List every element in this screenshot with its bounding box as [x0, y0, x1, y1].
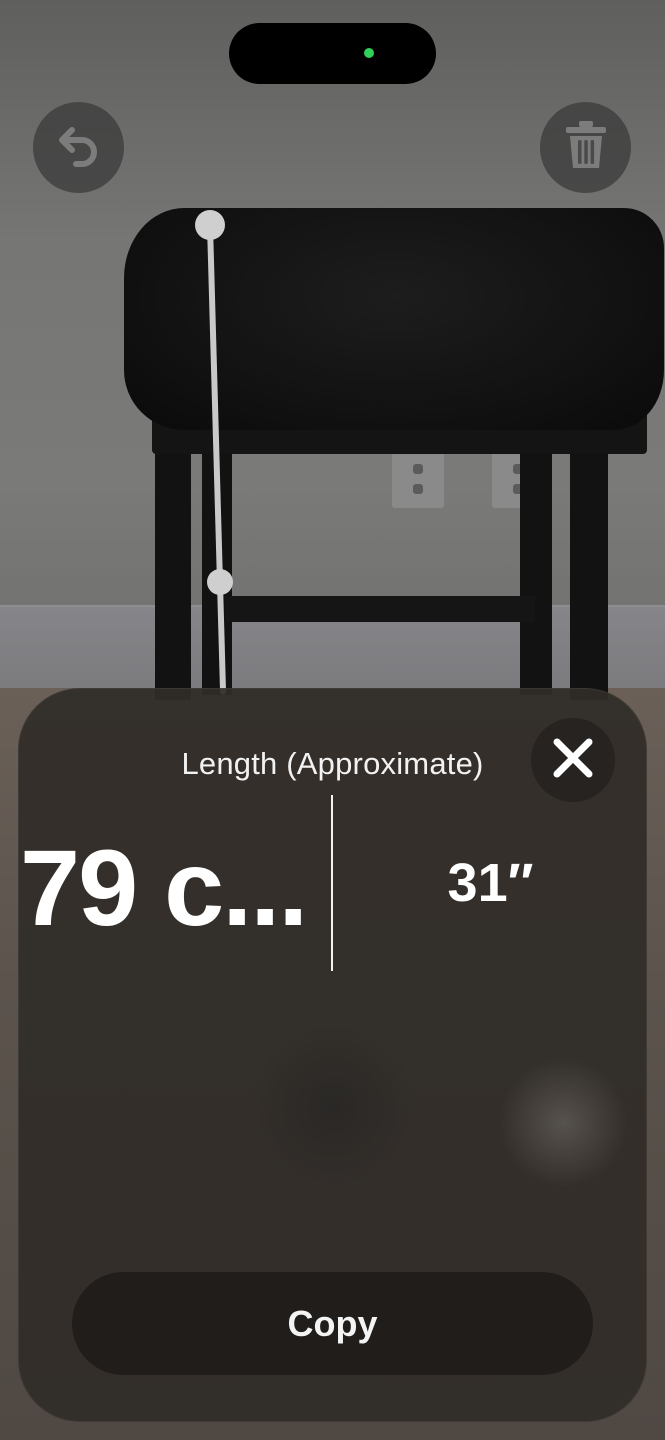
camera-in-use-indicator	[364, 48, 374, 58]
measurement-detail-sheet: Length (Approximate) 79 c... 31″ Copy	[18, 688, 647, 1422]
close-button[interactable]	[531, 718, 615, 802]
measurement-start-point[interactable]	[195, 210, 225, 240]
unit-divider	[331, 795, 333, 971]
measure-screen: Length (Approximate) 79 c... 31″ Copy	[0, 0, 665, 1440]
imperial-measurement-value[interactable]: 31″	[334, 848, 647, 918]
sheet-backdrop-blur	[248, 1023, 418, 1193]
sheet-backdrop-blur	[498, 1058, 628, 1188]
close-x-icon	[551, 736, 595, 785]
stool-cushion	[124, 208, 664, 430]
delete-button[interactable]	[540, 102, 631, 193]
copy-button[interactable]: Copy	[72, 1272, 593, 1375]
wall-outlet	[392, 452, 444, 508]
trash-icon	[561, 118, 611, 177]
stool-leg	[570, 430, 608, 700]
metric-measurement-value[interactable]: 79 c...	[20, 818, 330, 958]
undo-arrow-icon	[54, 120, 104, 175]
undo-button[interactable]	[33, 102, 124, 193]
stool-stretcher	[225, 596, 535, 622]
stool-leg	[520, 440, 552, 695]
copy-button-label: Copy	[287, 1302, 378, 1344]
dynamic-island	[229, 23, 436, 84]
stool-leg	[155, 430, 191, 700]
measurement-mid-point	[207, 569, 233, 595]
